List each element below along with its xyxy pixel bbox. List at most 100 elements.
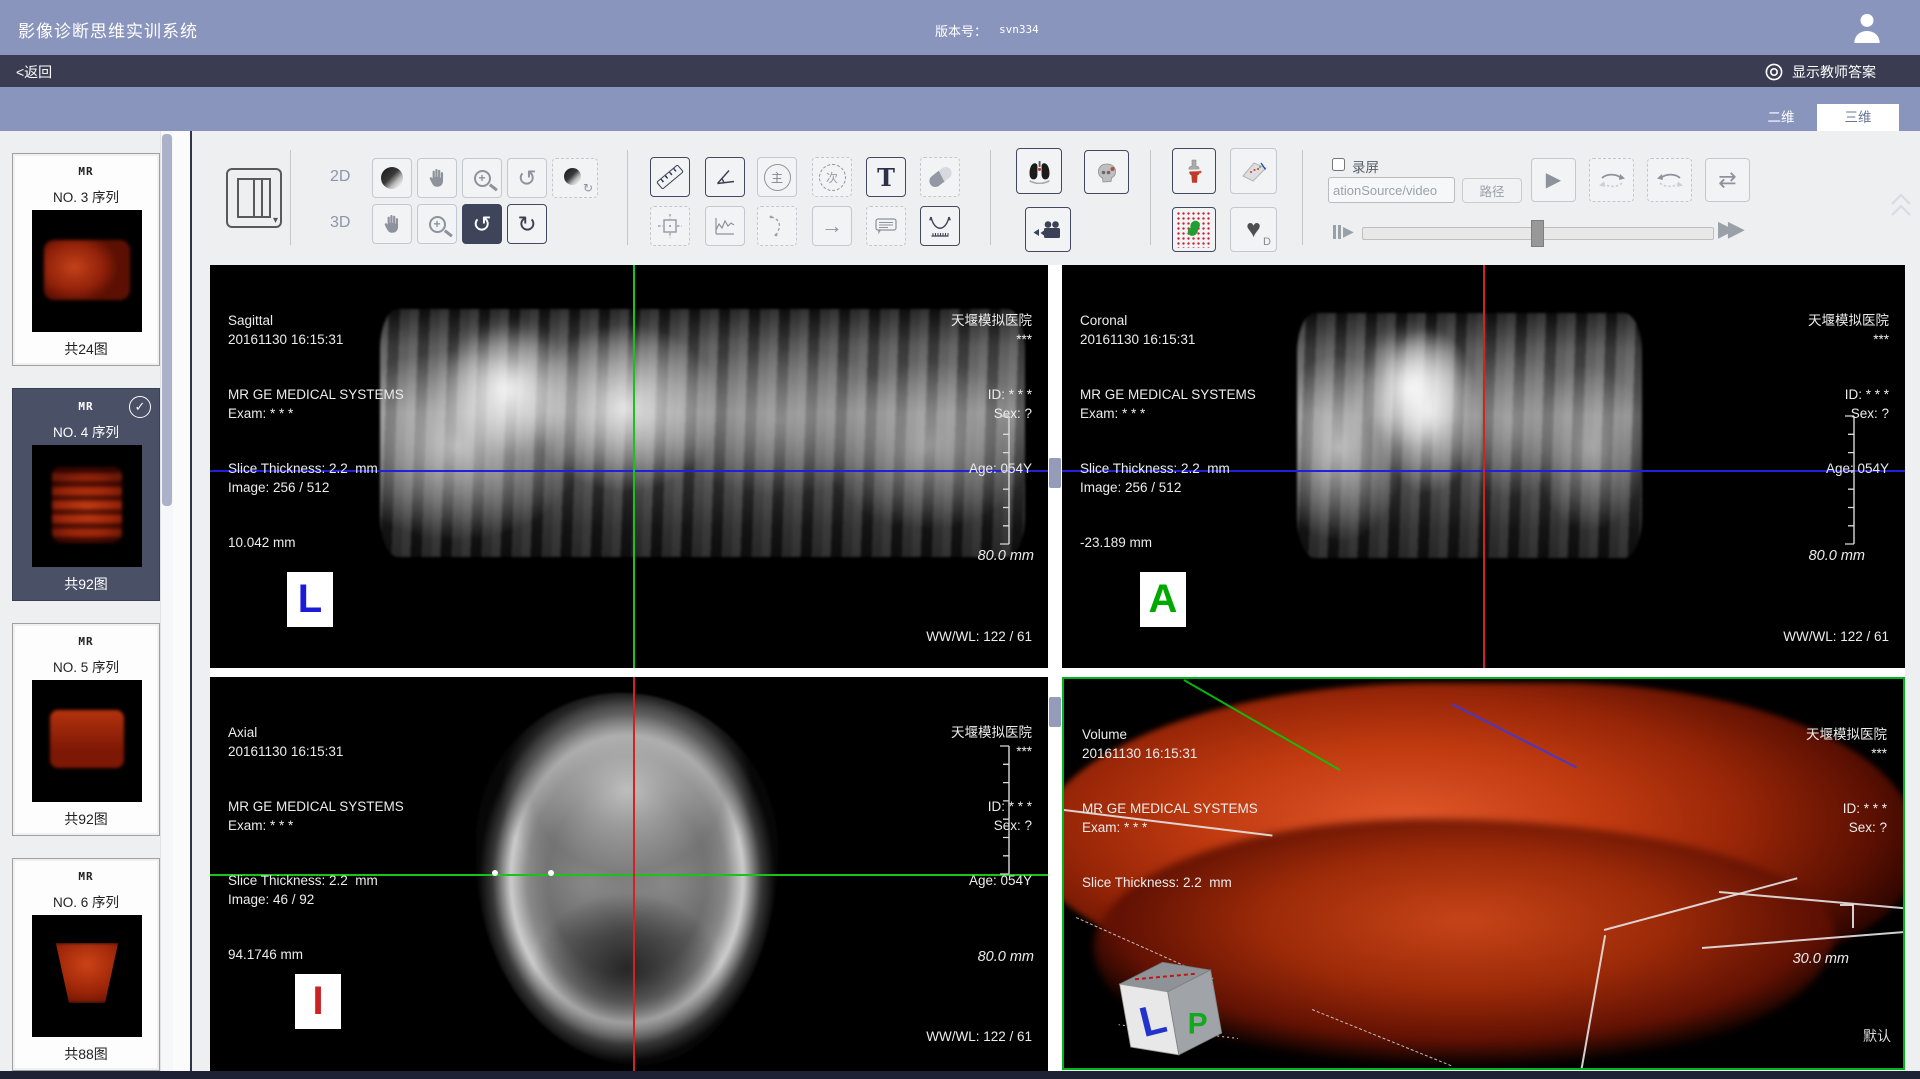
- foot-render-button[interactable]: [1230, 148, 1277, 194]
- green-crosshair-line[interactable]: [633, 265, 635, 668]
- path-button[interactable]: 路径: [1462, 178, 1522, 203]
- loop-back-button[interactable]: [1647, 158, 1692, 202]
- play-button[interactable]: ▶: [1531, 158, 1576, 202]
- ruler-tool-button[interactable]: [650, 157, 690, 197]
- study-info: Volume20161130 16:15:31 MR GE MEDICAL SY…: [1082, 689, 1258, 930]
- angle-tool-button[interactable]: [705, 157, 745, 197]
- main-roi-tool-button[interactable]: 主: [757, 157, 797, 197]
- heart-render-button[interactable]: ♥ D: [1230, 207, 1277, 252]
- series-thumbnail-image: [32, 445, 142, 567]
- secondary-roi-tool-button[interactable]: 次: [812, 157, 852, 197]
- series-name: NO. 4 序列: [13, 421, 159, 441]
- reset-window-level-button[interactable]: ↻: [552, 158, 598, 198]
- locate-crosshair-button[interactable]: [650, 206, 690, 246]
- axial-slice-scrollbar-thumb[interactable]: [1049, 697, 1061, 727]
- scale-label: 80.0 mm: [1809, 548, 1865, 564]
- text-annotation-button[interactable]: T: [866, 157, 906, 197]
- scale-label: 30.0 mm: [1793, 951, 1849, 967]
- profile-curve-icon: [927, 213, 953, 239]
- series-image-count: 共24图: [13, 339, 159, 359]
- orientation-marker-inferior: I: [295, 974, 341, 1029]
- back-button[interactable]: <返回: [16, 62, 52, 82]
- orientation-marker-left: L: [287, 572, 333, 627]
- red-crosshair-line[interactable]: [633, 677, 635, 1072]
- coronal-viewport[interactable]: Coronal20161130 16:15:31 MR GE MEDICAL S…: [1062, 265, 1905, 668]
- zoom-2d-button[interactable]: +: [462, 158, 502, 198]
- red-crosshair-line[interactable]: [1483, 265, 1485, 668]
- user-avatar-icon[interactable]: [1848, 9, 1886, 47]
- hand-icon: [426, 167, 448, 189]
- green-organ-icon: [1181, 217, 1207, 243]
- loop-forward-button[interactable]: [1589, 158, 1634, 202]
- cube-posterior-label: P: [1188, 1007, 1208, 1040]
- record-screen-checkbox[interactable]: [1332, 158, 1345, 171]
- series-thumbnail-image: [32, 680, 142, 802]
- record-screen-label: 录屏: [1352, 156, 1379, 176]
- rotate-3d-button-active[interactable]: ↺: [462, 204, 502, 244]
- sidebar-scrollbar-thumb[interactable]: [162, 134, 172, 506]
- vessel-render-button[interactable]: [1172, 207, 1216, 252]
- version-value: svn334: [999, 23, 1039, 36]
- axial-viewport[interactable]: Axial20161130 16:15:31 MR GE MEDICAL SYS…: [210, 677, 1048, 1072]
- export-video-button[interactable]: [1025, 207, 1071, 252]
- scale-ruler: [996, 415, 1011, 545]
- view-tabstrip: 二维 三维: [0, 87, 1920, 131]
- swap-direction-button[interactable]: ⇄: [1705, 158, 1750, 202]
- window-width-level-label: WW/WL: 122 / 61: [1783, 629, 1889, 644]
- knee-bone-icon: [1181, 158, 1207, 185]
- playback-slider-handle[interactable]: [1531, 220, 1544, 247]
- series-card-6[interactable]: MR NO. 6 序列 共88图: [12, 858, 160, 1071]
- arrow-annotation-button[interactable]: →: [812, 206, 852, 246]
- pan-3d-button[interactable]: [372, 204, 412, 244]
- tab-3d-active[interactable]: 三维: [1817, 104, 1899, 131]
- series-card-4-selected[interactable]: ✓ MR NO. 4 序列 共92图: [12, 388, 160, 601]
- arc-tool-button[interactable]: [757, 206, 797, 246]
- comment-annotation-button[interactable]: [866, 206, 906, 246]
- skull-render-button[interactable]: [1084, 150, 1129, 194]
- window-level-2d-button[interactable]: [372, 158, 412, 198]
- orientation-cube[interactable]: L P: [1107, 938, 1240, 1070]
- profile-curve-button[interactable]: [920, 206, 960, 246]
- eraser-icon: [926, 165, 953, 190]
- main-roi-icon: 主: [764, 164, 791, 191]
- fast-forward-icon[interactable]: ▶▶: [1718, 216, 1738, 242]
- nav-bar: <返回 显示教师答案: [0, 55, 1920, 87]
- reset-3d-button[interactable]: ↻: [507, 204, 547, 244]
- video-path-input[interactable]: [1328, 177, 1455, 203]
- series-modality: MR: [13, 635, 159, 648]
- magnifier-icon: +: [474, 170, 491, 187]
- preset-default-label[interactable]: 默认: [1863, 1026, 1891, 1046]
- series-card-3[interactable]: MR NO. 3 序列 共24图: [12, 153, 160, 366]
- sidebar-splitter-line[interactable]: [190, 131, 192, 1072]
- rotate-2d-button[interactable]: ↺: [507, 158, 547, 198]
- lung-render-button[interactable]: [1016, 148, 1062, 194]
- eye-icon: [1764, 62, 1784, 82]
- rotate-icon: ↺: [517, 167, 536, 190]
- swap-arrows-icon: ⇄: [1718, 169, 1736, 191]
- sagittal-slice-scrollbar-thumb[interactable]: [1049, 458, 1061, 488]
- series-card-5[interactable]: MR NO. 5 序列 共92图: [12, 623, 160, 836]
- arrow-right-icon: →: [821, 213, 843, 239]
- series-name: NO. 6 序列: [13, 891, 159, 911]
- curve-histogram-button[interactable]: [705, 206, 745, 246]
- step-back-icon[interactable]: ▶: [1333, 223, 1354, 240]
- tab-2d[interactable]: 二维: [1750, 104, 1812, 131]
- sagittal-viewport[interactable]: Sagittal20161130 16:15:31 MR GE MEDICAL …: [210, 265, 1048, 668]
- collapse-toolbar-icon[interactable]: [1888, 190, 1914, 218]
- scale-ruler: [996, 745, 1011, 875]
- study-info: Coronal20161130 16:15:31 MR GE MEDICAL S…: [1080, 275, 1256, 590]
- layout-select-button[interactable]: ▾: [226, 168, 282, 228]
- zoom-3d-button[interactable]: +: [417, 204, 457, 244]
- knee-render-button[interactable]: [1172, 148, 1216, 194]
- label-3d: 3D: [330, 214, 350, 232]
- panel-vertical-splitter[interactable]: [1048, 265, 1062, 1072]
- eraser-tool-button[interactable]: [920, 157, 960, 197]
- scale-label: 80.0 mm: [978, 548, 1034, 564]
- app-window: 影像诊断思维实训系统 版本号： svn334 <返回 显示教师答案 二维 三维 …: [0, 0, 1920, 1079]
- comment-icon: [873, 214, 899, 238]
- pan-2d-button[interactable]: [417, 158, 457, 198]
- refresh-icon: ↻: [583, 181, 593, 195]
- volume-viewport-active[interactable]: Volume20161130 16:15:31 MR GE MEDICAL SY…: [1062, 677, 1905, 1070]
- skull-icon: [1094, 160, 1120, 185]
- show-teacher-answer-button[interactable]: 显示教师答案: [1764, 62, 1876, 82]
